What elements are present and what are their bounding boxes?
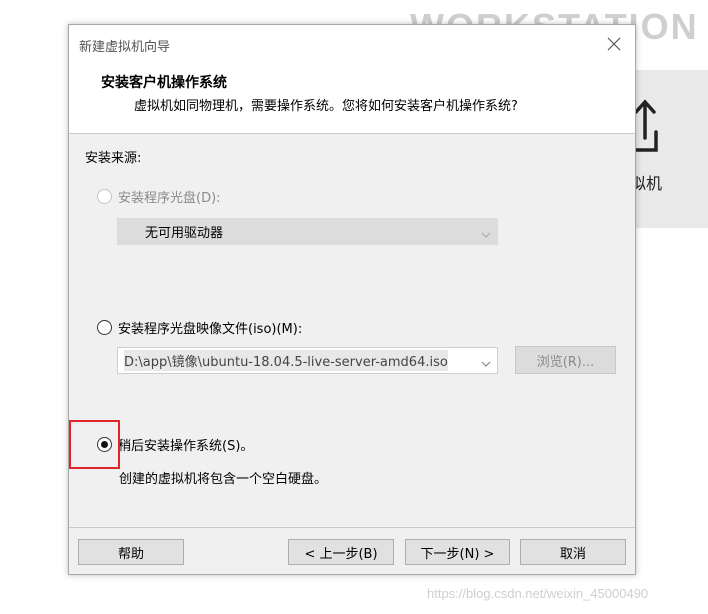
- install-source-label: 安装来源:: [85, 151, 142, 166]
- iso-path-value: D:\app\镜像\ubuntu-18.04.5-live-server-amd…: [124, 350, 448, 371]
- option-install-later[interactable]: 稍后安装操作系统(S)。: [97, 435, 253, 454]
- close-icon: [607, 36, 621, 55]
- chevron-down-icon: [481, 228, 491, 243]
- page-subtitle: 虚拟机如同物理机，需要操作系统。您将如何安装客户机操作系统?: [134, 99, 518, 114]
- back-button[interactable]: < 上一步(B): [288, 539, 394, 565]
- next-button[interactable]: 下一步(N) >: [405, 539, 510, 565]
- radio-iso-image[interactable]: [97, 320, 112, 335]
- window-title: 新建虚拟机向导: [79, 40, 171, 55]
- iso-path-combobox[interactable]: D:\app\镜像\ubuntu-18.04.5-live-server-amd…: [117, 347, 498, 374]
- install-later-description: 创建的虚拟机将包含一个空白硬盘。: [119, 472, 328, 487]
- close-button[interactable]: [599, 31, 629, 59]
- browse-button[interactable]: 浏览(R)...: [515, 346, 616, 374]
- cancel-button[interactable]: 取消: [520, 539, 626, 565]
- option-iso-image[interactable]: 安装程序光盘映像文件(iso)(M):: [97, 318, 302, 337]
- wizard-header: 安装客户机操作系统 虚拟机如同物理机，需要操作系统。您将如何安装客户机操作系统?: [69, 65, 635, 134]
- watermark-text: https://blog.csdn.net/weixin_45000490: [427, 586, 649, 601]
- drive-select-value: 无可用驱动器: [145, 226, 224, 241]
- option-installer-disc-label: 安装程序光盘(D):: [118, 191, 221, 206]
- radio-installer-disc[interactable]: [97, 189, 112, 204]
- new-vm-wizard-dialog: 新建虚拟机向导 安装客户机操作系统 虚拟机如同物理机，需要操作系统。您将如何安装…: [68, 24, 636, 575]
- drive-select[interactable]: 无可用驱动器: [117, 218, 498, 245]
- chevron-down-icon: [481, 357, 491, 372]
- option-install-later-label: 稍后安装操作系统(S)。: [118, 439, 254, 454]
- option-installer-disc[interactable]: 安装程序光盘(D):: [97, 187, 221, 206]
- help-button[interactable]: 帮助: [78, 539, 184, 565]
- page-title: 安装客户机操作系统: [101, 75, 227, 91]
- option-iso-image-label: 安装程序光盘映像文件(iso)(M):: [118, 322, 303, 337]
- titlebar: 新建虚拟机向导: [69, 25, 635, 65]
- highlight-annotation-box: [69, 420, 120, 469]
- footer-divider: [69, 527, 635, 528]
